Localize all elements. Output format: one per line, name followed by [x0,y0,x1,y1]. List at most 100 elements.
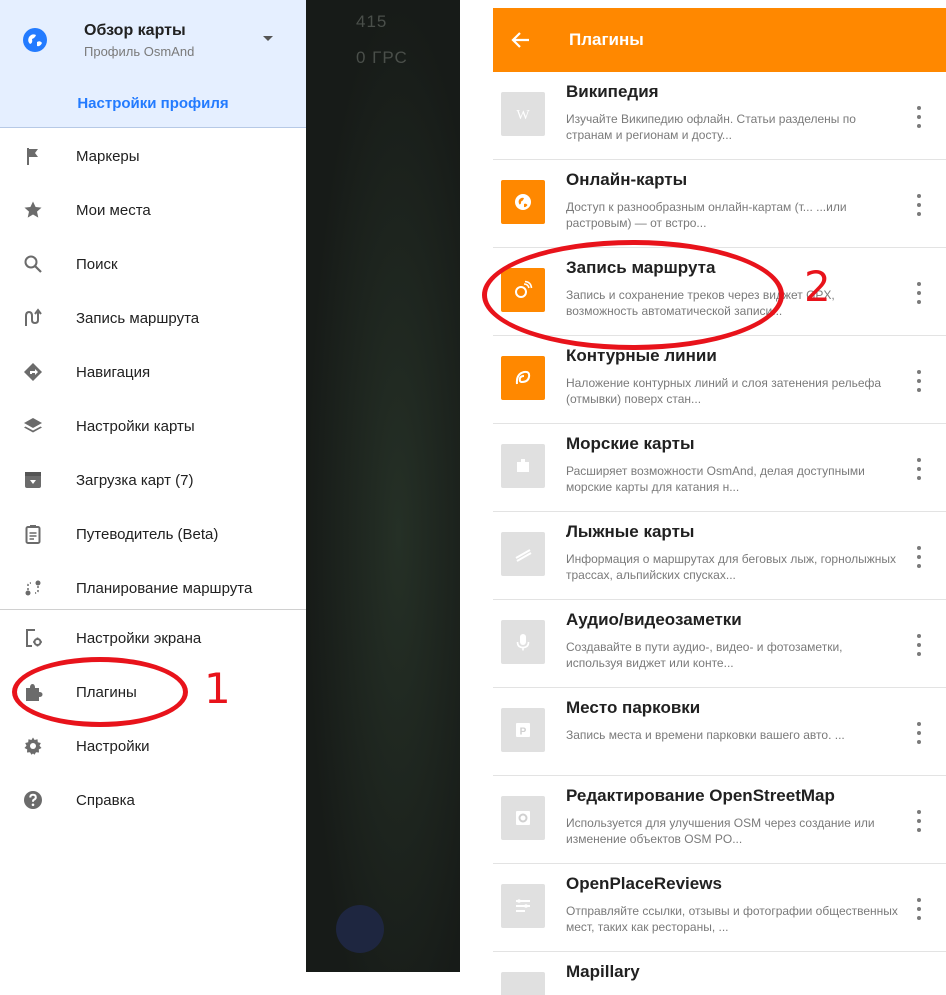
help-icon [22,789,44,811]
download-box-icon [22,469,44,491]
star-icon [22,199,44,221]
profile-subtitle: Профиль OsmAnd [84,44,195,59]
menu-item-label: Навигация [76,363,151,381]
map-shade [306,0,460,972]
menu-item-my-places[interactable]: Мои места [0,183,306,237]
flag-icon [22,145,44,167]
map-label: 415 [356,12,388,31]
plugin-description: Информация о маршрутах для беговых лыж, … [566,552,897,582]
plugin-row-nautical[interactable]: Морские карты Расширяет возможности OsmA… [493,424,946,512]
plugin-description: Наложение контурных линий и слоя затенен… [566,376,882,406]
menu-item-label: Маркеры [76,147,140,165]
annotation-ellipse [482,240,784,350]
reviews-icon [501,884,545,928]
menu-item-navigation[interactable]: Навигация [0,345,306,399]
layers-icon [22,415,44,437]
map-label: 0 ГРС [356,48,408,67]
plugin-title: Морские карты [566,434,695,453]
menu-item-label: Поиск [76,255,118,273]
page-title: Плагины [569,30,644,49]
svg-text:P: P [520,727,527,738]
menu-item-search[interactable]: Поиск [0,237,306,291]
online-maps-icon [501,180,545,224]
menu-item-label: Настройки карты [76,417,195,435]
more-options-icon[interactable] [911,722,927,744]
more-options-icon[interactable] [911,898,927,920]
more-options-icon[interactable] [911,634,927,656]
plugin-row-openplacereviews[interactable]: OpenPlaceReviews Отправляйте ссылки, отз… [493,864,946,952]
more-options-icon[interactable] [911,370,927,392]
plugin-row-contour-lines[interactable]: Контурные линии Наложение контурных лини… [493,336,946,424]
microphone-icon [501,620,545,664]
search-icon [22,253,44,275]
globe-icon[interactable] [22,27,48,53]
drawer-header: Обзор карты Профиль OsmAnd Настройки про… [0,0,306,128]
contour-lines-icon [501,356,545,400]
plugin-title: Редактирование OpenStreetMap [566,786,835,805]
plugin-description [566,991,901,995]
menu-item-route-planning[interactable]: Планирование маршрута [0,561,306,615]
menu-item-help[interactable]: Справка [0,773,306,827]
plugin-title: Онлайн-карты [566,170,688,189]
plugin-row-parking[interactable]: P Место парковки Запись места и времени … [493,688,946,776]
plugin-title: Википедия [566,82,659,101]
menu-item-download-maps[interactable]: Загрузка карт (7) [0,453,306,507]
guide-icon [22,523,44,545]
plugin-row-mapillary[interactable]: Mapillary [493,952,946,995]
screen-settings-icon [22,627,44,649]
app-bar: Плагины [493,8,946,72]
menu-item-label: Загрузка карт (7) [76,471,194,489]
chevron-down-icon[interactable] [258,32,278,46]
annotation-number: 2 [804,262,831,311]
parking-icon: P [501,708,545,752]
gear-icon [22,735,44,757]
menu-item-travel-guide[interactable]: Путеводитель (Beta) [0,507,306,561]
plugin-description: Доступ к разнообразным онлайн-картам (т.… [566,200,847,230]
more-options-icon[interactable] [911,194,927,216]
more-options-icon[interactable] [911,810,927,832]
plugin-row-ski[interactable]: Лыжные карты Информация о маршрутах для … [493,512,946,600]
plugin-row-wikipedia[interactable]: W Википедия Изучайте Википедию офлайн. С… [493,72,946,160]
plugin-description: Отправляйте ссылки, отзывы и фотографии … [566,904,898,934]
plugin-title: Место парковки [566,698,701,717]
plugin-row-osm-editing[interactable]: Редактирование OpenStreetMap Используетс… [493,776,946,864]
menu-divider [0,609,306,610]
more-options-icon[interactable] [911,282,927,304]
map-location-button[interactable] [336,905,384,953]
profile-title[interactable]: Обзор карты [84,22,186,40]
plugin-row-audio-video-notes[interactable]: Аудио/видеозаметки Создавайте в пути ауд… [493,600,946,688]
osm-edit-icon [501,796,545,840]
mapillary-icon [501,972,545,995]
annotation-ellipse [12,657,188,727]
plugin-row-online-maps[interactable]: Онлайн-карты Доступ к разнообразным онла… [493,160,946,248]
menu-item-settings[interactable]: Настройки [0,719,306,773]
back-arrow-icon[interactable] [509,28,533,52]
navigation-drawer: Обзор карты Профиль OsmAnd Настройки про… [0,0,306,995]
menu-item-label: Мои места [76,201,151,219]
profile-settings-button[interactable]: Настройки профиля [0,80,306,126]
menu-item-label: Настройки [76,737,150,755]
plugin-description: Расширяет возможности OsmAnd, делая дост… [566,464,865,494]
navigation-icon [22,361,44,383]
svg-text:W: W [516,108,530,123]
menu-item-label: Запись маршрута [76,309,200,327]
more-options-icon[interactable] [911,458,927,480]
menu-item-label: Справка [76,791,135,809]
menu-item-trip-recording[interactable]: Запись маршрута [0,291,306,345]
menu-item-label: Путеводитель (Beta) [76,525,219,543]
menu-item-markers[interactable]: Маркеры [0,129,306,183]
left-screenshot-panel: 415 0 ГРС Обзор карты Профиль OsmAnd Нас… [0,0,460,995]
menu-item-map-settings[interactable]: Настройки карты [0,399,306,453]
map-background[interactable]: 415 0 ГРС [306,0,460,972]
plugin-description: Запись места и времени парковки вашего а… [566,728,845,742]
menu-item-screen-settings[interactable]: Настройки экрана [0,611,306,665]
plugin-description: Используется для улучшения OSM через соз… [566,816,875,846]
route-plan-icon [22,577,44,599]
more-options-icon[interactable] [911,546,927,568]
plugin-title: Аудио/видеозаметки [566,610,742,629]
plugin-title: OpenPlaceReviews [566,874,722,893]
plugin-description: Создавайте в пути аудио-, видео- и фотоз… [566,640,843,670]
route-record-icon [22,307,44,329]
plugin-description: Изучайте Википедию офлайн. Статьи раздел… [566,112,856,142]
more-options-icon[interactable] [911,106,927,128]
